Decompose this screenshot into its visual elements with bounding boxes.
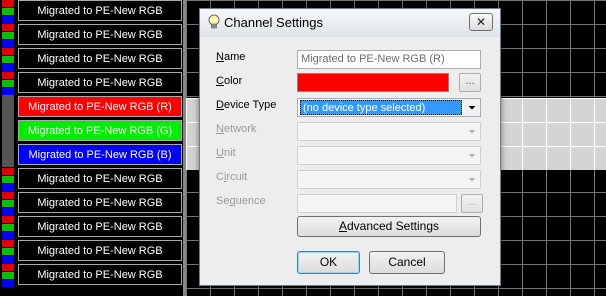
dialog-title: Channel Settings: [224, 15, 324, 30]
channel-row[interactable]: Migrated to PE-New RGB: [0, 239, 184, 264]
channel-label[interactable]: Migrated to PE-New RGB: [18, 216, 182, 237]
channel-label[interactable]: Migrated to PE-New RGB (R): [18, 96, 182, 117]
channel-row[interactable]: Migrated to PE-New RGB (R): [0, 95, 184, 119]
channel-row[interactable]: Migrated to PE-New RGB: [0, 191, 184, 216]
channel-label[interactable]: Migrated to PE-New RGB (B): [18, 144, 182, 165]
channel-row[interactable]: Migrated to PE-New RGB: [0, 47, 184, 72]
circuit-label: Circuit: [216, 171, 248, 183]
chevron-down-icon[interactable]: [464, 99, 480, 116]
network-label: Network: [216, 123, 257, 135]
channel-label[interactable]: Migrated to PE-New RGB: [18, 24, 182, 45]
rgb-channel-icon: [2, 216, 14, 240]
channel-label[interactable]: Migrated to PE-New RGB: [18, 0, 182, 21]
rgb-channel-icon: [2, 240, 14, 264]
color-label: Color: [216, 75, 243, 87]
lightbulb-icon: [206, 14, 222, 30]
close-button[interactable]: ✕: [469, 13, 493, 31]
device-type-value: (no device type selected): [300, 100, 462, 115]
sequence-field[interactable]: [297, 194, 457, 213]
cancel-button[interactable]: Cancel: [369, 251, 445, 274]
channel-row[interactable]: Migrated to PE-New RGB: [0, 215, 184, 240]
device-type-label: Device Type: [216, 99, 277, 111]
sequence-picker-button[interactable]: ...: [461, 194, 483, 213]
unit-select[interactable]: [297, 146, 481, 165]
rgb-channel-icon: [2, 24, 14, 48]
rgb-channel-icon: [2, 0, 14, 24]
unit-label: Unit: [216, 147, 236, 159]
subchannel-spacer: [2, 119, 14, 143]
chevron-down-icon: [464, 171, 480, 188]
channel-settings-dialog: Channel Settings ✕ Name Migrated to PE-N…: [199, 8, 501, 286]
channel-row[interactable]: Migrated to PE-New RGB: [0, 167, 184, 192]
color-swatch[interactable]: [297, 73, 449, 92]
name-label: Name: [216, 51, 246, 63]
channel-label[interactable]: Migrated to PE-New RGB: [18, 48, 182, 69]
channel-label[interactable]: Migrated to PE-New RGB: [18, 264, 182, 285]
device-type-select[interactable]: (no device type selected): [297, 98, 481, 117]
channel-label[interactable]: Migrated to PE-New RGB (G): [18, 120, 182, 141]
channel-list: Migrated to PE-New RGB Migrated to PE-New…: [0, 0, 184, 296]
rgb-channel-icon: [2, 72, 14, 96]
rgb-channel-icon: [2, 48, 14, 72]
network-select[interactable]: [297, 122, 481, 141]
circuit-select[interactable]: [297, 170, 481, 189]
ok-button[interactable]: OK: [297, 251, 360, 274]
rgb-channel-icon: [2, 192, 14, 216]
name-field[interactable]: Migrated to PE-New RGB (R): [297, 50, 481, 69]
channel-row[interactable]: Migrated to PE-New RGB (G): [0, 119, 184, 143]
channel-row[interactable]: Migrated to PE-New RGB (B): [0, 143, 184, 167]
channel-row[interactable]: Migrated to PE-New RGB: [0, 71, 184, 96]
channel-row[interactable]: Migrated to PE-New RGB: [0, 263, 184, 288]
rgb-channel-icon: [2, 168, 14, 192]
channel-label[interactable]: Migrated to PE-New RGB: [18, 192, 182, 213]
channel-label[interactable]: Migrated to PE-New RGB: [18, 168, 182, 189]
channel-row[interactable]: Migrated to PE-New RGB: [0, 0, 184, 24]
subchannel-spacer: [2, 143, 14, 167]
color-picker-button[interactable]: ...: [459, 73, 481, 92]
sequence-label: Sequence: [216, 195, 266, 207]
chevron-down-icon: [464, 147, 480, 164]
channel-label[interactable]: Migrated to PE-New RGB: [18, 72, 182, 93]
subchannel-spacer: [2, 95, 14, 119]
channel-label[interactable]: Migrated to PE-New RGB: [18, 240, 182, 261]
advanced-settings-button[interactable]: Advanced Settings: [297, 216, 481, 237]
dialog-titlebar[interactable]: Channel Settings ✕: [200, 9, 500, 37]
rgb-channel-icon: [2, 264, 14, 288]
close-icon: ✕: [475, 15, 487, 29]
chevron-down-icon: [464, 123, 480, 140]
channel-row[interactable]: Migrated to PE-New RGB: [0, 23, 184, 48]
